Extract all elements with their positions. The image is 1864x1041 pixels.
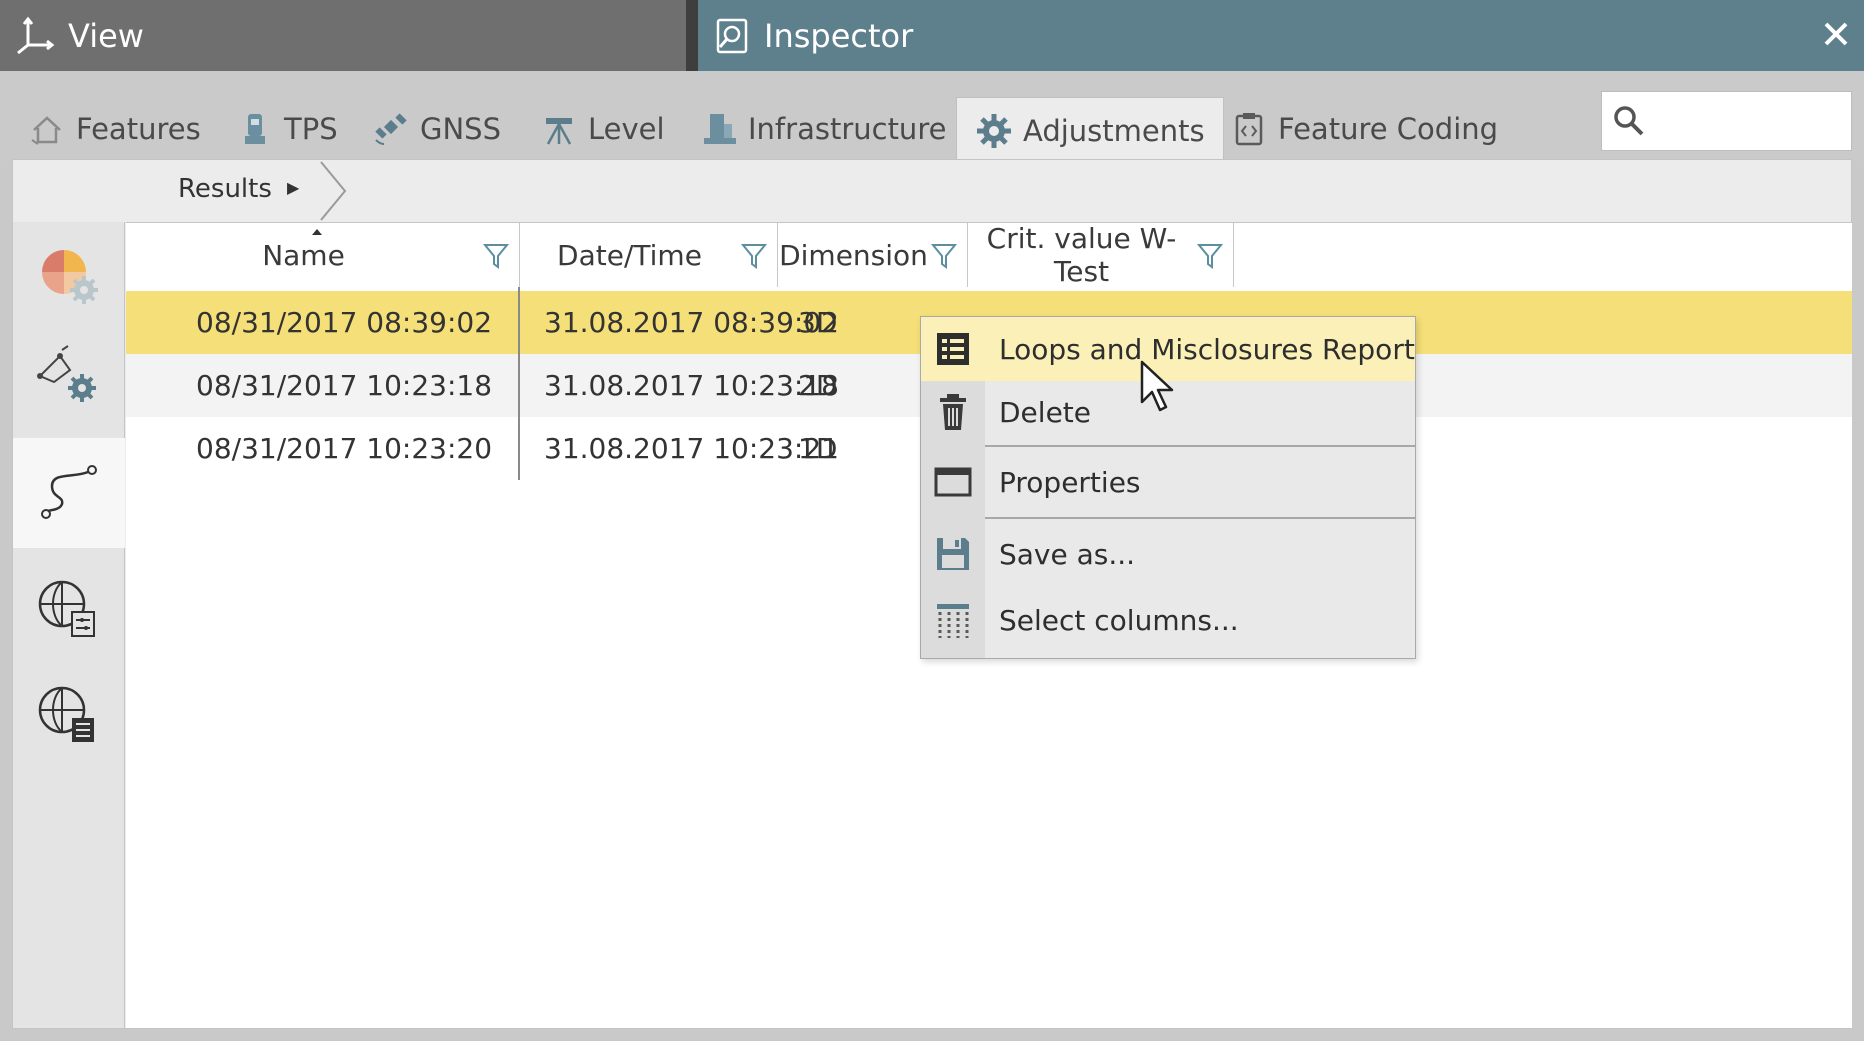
menu-item-label: Loops and Misclosures Report: [999, 332, 1415, 366]
cell-dimension: 3D: [798, 306, 838, 339]
menu-item-label: Properties: [999, 465, 1141, 499]
filter-icon[interactable]: [929, 240, 959, 270]
floppy-disk-icon: [921, 534, 985, 574]
sidebar-item-loops[interactable]: [13, 438, 125, 548]
report-list-icon: [921, 329, 985, 369]
tab-infrastructure-label: Infrastructure: [748, 112, 947, 146]
panel-divider[interactable]: [686, 0, 698, 71]
house-icon: [28, 110, 66, 148]
search-box[interactable]: [1601, 91, 1852, 151]
loop-path-icon: [41, 465, 97, 519]
breadcrumb: Results ▶: [13, 160, 1853, 222]
tab-gnss[interactable]: GNSS: [372, 97, 501, 161]
globe-report-icon: [38, 686, 94, 742]
axes-icon: [14, 15, 56, 57]
tab-feature-coding[interactable]: Feature Coding: [1230, 97, 1498, 161]
tab-features-label: Features: [76, 112, 201, 146]
sidebar: [13, 222, 125, 1028]
filter-icon[interactable]: [739, 240, 769, 270]
tab-infrastructure[interactable]: Infrastructure: [700, 97, 946, 161]
breadcrumb-chevron-icon: [320, 161, 347, 221]
menu-item-label: Save as...: [999, 537, 1136, 571]
level-tripod-icon: [540, 110, 578, 148]
tab-gnss-label: GNSS: [420, 112, 501, 146]
search-input[interactable]: [1652, 100, 1842, 142]
inspector-icon: [712, 16, 752, 56]
breadcrumb-dropdown-icon[interactable]: ▶: [287, 178, 299, 197]
close-button[interactable]: [1818, 16, 1854, 52]
tps-instrument-icon: [236, 110, 274, 148]
sidebar-item-adjustment-settings[interactable]: [13, 222, 125, 332]
cell-name: 08/31/2017 10:23:20: [196, 432, 493, 465]
cell-dimension: 1D: [798, 432, 838, 465]
trash-icon: [921, 392, 985, 432]
column-header-dimension[interactable]: Dimension: [778, 223, 968, 287]
cell-dimension: 2D: [798, 369, 838, 402]
menu-separator: [985, 445, 1415, 447]
breadcrumb-results[interactable]: Results: [178, 174, 272, 204]
column-header-name[interactable]: Name: [126, 223, 520, 287]
sidebar-item-network-settings[interactable]: [13, 322, 125, 432]
cell-datetime: 31.08.2017 10:23:21: [544, 432, 839, 465]
menu-item-label: Delete: [999, 395, 1091, 429]
tab-adjustments-label: Adjustments: [1023, 113, 1205, 148]
close-icon: [1824, 22, 1848, 46]
view-panel-tab[interactable]: View: [0, 0, 686, 71]
clipboard-code-icon: [1230, 110, 1268, 148]
buildings-icon: [700, 110, 738, 148]
column-splitter[interactable]: [518, 287, 520, 480]
column-header-crit-value[interactable]: Crit. value W-Test: [968, 222, 1234, 288]
inspector-label: Inspector: [764, 16, 914, 55]
tab-adjustments[interactable]: Adjustments: [956, 97, 1224, 163]
tab-feature-coding-label: Feature Coding: [1278, 112, 1499, 146]
search-icon: [1612, 104, 1646, 138]
ribbon-tab-strip: Features TPS GNSS Level Infrastructure A…: [0, 71, 1864, 163]
cell-datetime: 31.08.2017 08:39:02: [544, 306, 839, 339]
view-label: View: [68, 16, 144, 55]
satellite-icon: [372, 110, 410, 148]
globe-settings-icon: [38, 580, 95, 637]
grid-header: Name Date/Time Dimension Crit. value W-T…: [126, 222, 1852, 288]
tab-tps-label: TPS: [284, 112, 338, 146]
sidebar-item-geodetic-settings[interactable]: [13, 552, 125, 662]
mouse-cursor-icon: [1140, 360, 1174, 412]
tab-tps[interactable]: TPS: [236, 97, 338, 161]
gear-icon: [975, 112, 1013, 150]
tab-level-label: Level: [588, 112, 665, 146]
cell-name: 08/31/2017 10:23:18: [196, 369, 493, 402]
column-header-datetime[interactable]: Date/Time: [520, 223, 778, 287]
filter-icon[interactable]: [1195, 240, 1225, 270]
pie-gear-icon: [42, 250, 98, 304]
tab-level[interactable]: Level: [540, 97, 665, 161]
menu-item-select-columns[interactable]: Select columns...: [921, 588, 1415, 652]
sidebar-item-geodetic-report[interactable]: [13, 658, 125, 768]
menu-item-properties[interactable]: Properties: [921, 448, 1415, 516]
window-icon: [921, 462, 985, 502]
breadcrumb-results-label: Results: [178, 174, 272, 204]
inspector-panel-tab[interactable]: Inspector: [698, 0, 1864, 71]
cell-name: 08/31/2017 08:39:02: [196, 306, 493, 339]
tab-features[interactable]: Features: [28, 97, 201, 161]
filter-icon[interactable]: [481, 240, 511, 270]
menu-separator: [985, 517, 1415, 519]
columns-icon: [921, 600, 985, 640]
network-gear-icon: [37, 345, 96, 402]
cell-datetime: 31.08.2017 10:23:18: [544, 369, 839, 402]
title-bar: View Inspector: [0, 0, 1864, 71]
menu-item-label: Select columns...: [999, 603, 1239, 637]
menu-item-save-as[interactable]: Save as...: [921, 520, 1415, 588]
